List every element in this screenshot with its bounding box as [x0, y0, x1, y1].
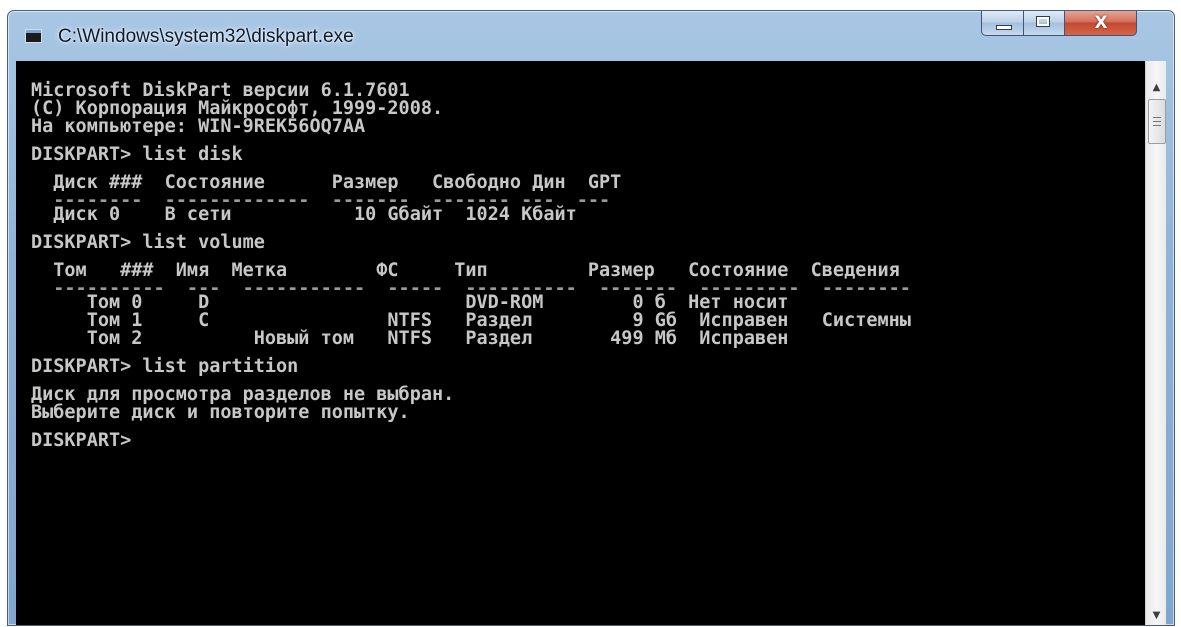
scroll-down-arrow-icon[interactable]: ▼: [1146, 607, 1166, 625]
console-prompt-line: DISKPART> list volume: [31, 232, 265, 253]
window-title: C:\Windows\system32\diskpart.exe: [58, 26, 354, 47]
scroll-thumb[interactable]: [1148, 99, 1166, 144]
console-prompt-line: DISKPART> list partition: [31, 356, 299, 377]
console-line: Выберите диск и повторите попытку.: [31, 402, 410, 423]
minimize-icon: [996, 25, 1012, 30]
console-prompt-line: DISKPART> list disk: [31, 144, 243, 165]
console-line: Том 2 Новый том NTFS Раздел 499 Mб Испра…: [31, 328, 789, 349]
console-app-icon[interactable]: [25, 29, 42, 43]
console-window: C:\Windows\system32\diskpart.exe X Micro…: [7, 10, 1175, 626]
title-bar[interactable]: C:\Windows\system32\diskpart.exe X: [8, 11, 1174, 61]
maximize-icon: [1036, 16, 1050, 27]
console-output-area[interactable]: Microsoft DiskPart версии 6.1.7601 (C) Ко…: [16, 61, 1166, 625]
close-icon: X: [1094, 13, 1108, 33]
maximize-button[interactable]: [1024, 11, 1065, 36]
console-line: На компьютере: WIN-9REK56OQ7AA: [31, 116, 366, 137]
minimize-button[interactable]: [981, 11, 1024, 36]
caption-buttons: X: [981, 11, 1137, 37]
console-line: Диск 0 В сети 10 Gбайт 1024 Kбайт: [31, 204, 577, 225]
close-button[interactable]: X: [1065, 11, 1137, 36]
vertical-scrollbar[interactable]: ▲ ▼: [1145, 61, 1166, 625]
scroll-up-arrow-icon[interactable]: ▲: [1146, 79, 1166, 97]
grip-icon: [1153, 117, 1161, 126]
console-prompt-line: DISKPART>: [31, 430, 132, 451]
console-text: Microsoft DiskPart версии 6.1.7601 (C) Ко…: [31, 81, 911, 451]
